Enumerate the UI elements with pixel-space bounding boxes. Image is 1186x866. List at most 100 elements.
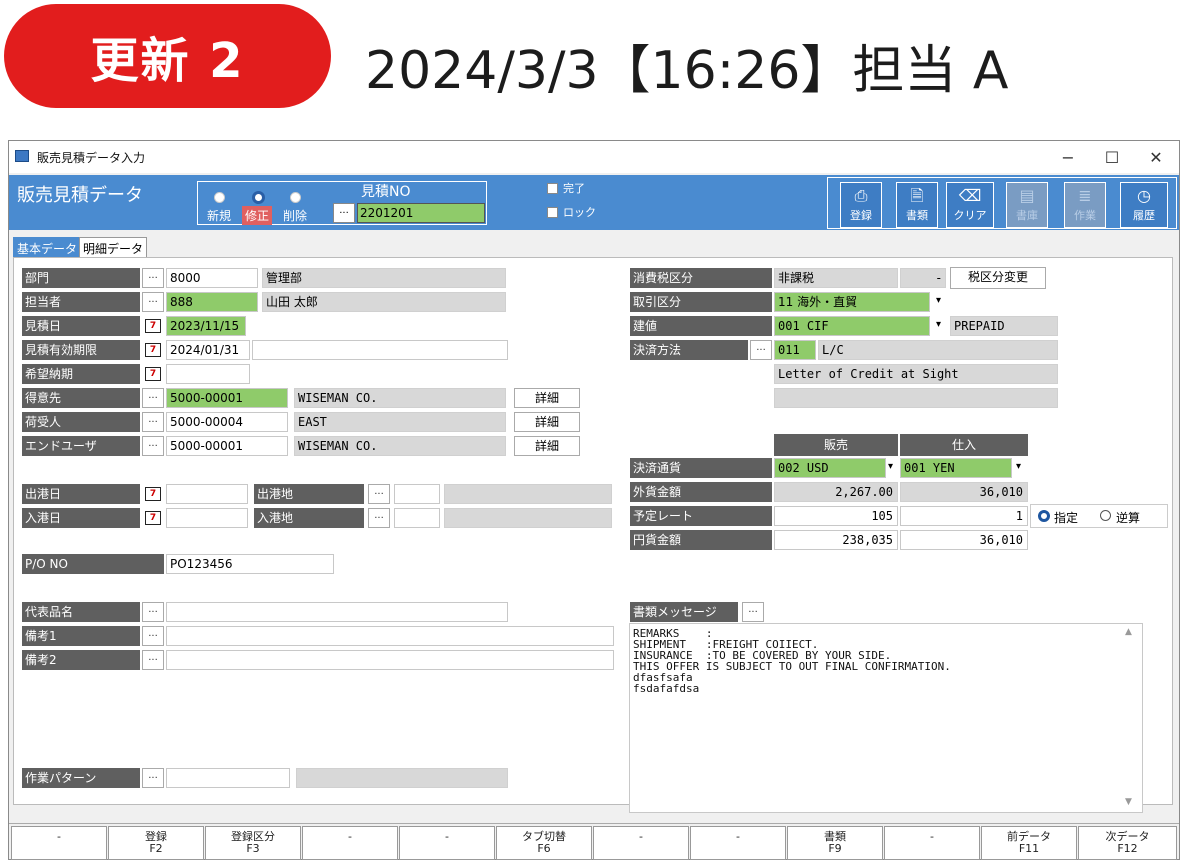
rep-item-lookup-button[interactable]: ... [142, 602, 164, 622]
ship-port-label: 出港地 [254, 484, 364, 504]
fkey-7[interactable]: - [593, 826, 689, 860]
dept-code-input[interactable]: 8000 [166, 268, 258, 288]
calendar-icon[interactable]: 7 [142, 340, 164, 360]
price-basis-select[interactable]: 001 CIF [774, 316, 930, 336]
chevron-down-icon[interactable]: ▾ [888, 461, 893, 472]
maximize-button[interactable]: ☐ [1089, 143, 1135, 171]
ship-port-lookup-button[interactable]: ... [368, 484, 390, 504]
archive-button[interactable]: ▤ 書庫 [1006, 182, 1048, 228]
estimate-no-input[interactable]: 2201201 [357, 203, 485, 223]
consignee-lookup-button[interactable]: ... [142, 412, 164, 432]
note2-input[interactable] [166, 650, 614, 670]
note2-lookup-button[interactable]: ... [142, 650, 164, 670]
fkey-next-data[interactable]: 次データ F12 [1078, 826, 1177, 860]
doc-message-lookup-button[interactable]: ... [742, 602, 764, 622]
consignee-name: EAST [294, 412, 506, 432]
valid-until-input[interactable]: 2024/01/31 [166, 340, 250, 360]
calendar-icon[interactable]: 7 [142, 508, 164, 528]
estimate-no-lookup-button[interactable]: ... [333, 203, 355, 223]
po-label: P/O NO [22, 554, 164, 574]
ship-port-code-input[interactable] [394, 484, 440, 504]
enduser-code-input[interactable]: 5000-00001 [166, 436, 288, 456]
staff-code-input[interactable]: 888 [166, 292, 258, 312]
sales-rate-input[interactable]: 105 [774, 506, 898, 526]
mode-delete-label[interactable]: 削除 [280, 206, 310, 225]
arrive-port-lookup-button[interactable]: ... [368, 508, 390, 528]
rate-reverse-radio[interactable] [1100, 510, 1111, 521]
arrive-port-code-input[interactable] [394, 508, 440, 528]
mode-new-label[interactable]: 新規 [204, 206, 234, 225]
chevron-down-icon[interactable]: ▾ [1016, 461, 1021, 472]
fkey-4[interactable]: - [302, 826, 398, 860]
note1-input[interactable] [166, 626, 614, 646]
customer-lookup-button[interactable]: ... [142, 388, 164, 408]
customer-detail-button[interactable]: 詳細 [514, 388, 580, 408]
fkey-5[interactable]: - [399, 826, 495, 860]
est-date-input[interactable]: 2023/11/15 [166, 316, 246, 336]
note1-lookup-button[interactable]: ... [142, 626, 164, 646]
work-pattern-lookup-button[interactable]: ... [142, 768, 164, 788]
payment-code-input[interactable]: 011 [774, 340, 816, 360]
mode-edit-label[interactable]: 修正 [242, 206, 273, 225]
chevron-down-icon[interactable]: ▾ [936, 295, 941, 306]
fkey-prev-data[interactable]: 前データ F11 [981, 826, 1077, 860]
ship-date-input[interactable] [166, 484, 248, 504]
sales-currency-select[interactable]: 002 USD [774, 458, 886, 478]
desired-date-label: 希望納期 [22, 364, 140, 384]
register-button[interactable]: ⎙ 登録 [840, 182, 882, 228]
valid-until-extra-input[interactable] [252, 340, 508, 360]
mode-delete-radio[interactable] [290, 192, 301, 203]
fkey-documents[interactable]: 書類 F9 [787, 826, 883, 860]
scroll-down-icon[interactable]: ▼ [1125, 797, 1132, 807]
scroll-up-icon[interactable]: ▲ [1125, 627, 1132, 637]
calendar-icon[interactable]: 7 [142, 316, 164, 336]
customer-code-input[interactable]: 5000-00001 [166, 388, 288, 408]
desired-date-input[interactable] [166, 364, 250, 384]
purchase-rate-input[interactable]: 1 [900, 506, 1028, 526]
dept-lookup-button[interactable]: ... [142, 268, 164, 288]
complete-checkbox[interactable] [547, 183, 558, 194]
lock-checkbox[interactable] [547, 207, 558, 218]
payment-lookup-button[interactable]: ... [750, 340, 772, 360]
tab-detail-data[interactable]: 明細データ [79, 237, 148, 257]
fkey-register-type[interactable]: 登録区分 F3 [205, 826, 301, 860]
toolbar: ⎙ 登録 🗎 書類 ⌫ クリア ▤ 書庫 ≣ 作業 ◷ 履歴 [827, 177, 1177, 229]
task-button[interactable]: ≣ 作業 [1064, 182, 1106, 228]
doc-message-textarea[interactable]: REMARKS : SHIPMENT :FREIGHT COIIECT. INS… [629, 623, 1143, 813]
rep-item-input[interactable] [166, 602, 508, 622]
mode-edit-radio[interactable] [252, 191, 265, 204]
consignee-code-input[interactable]: 5000-00004 [166, 412, 288, 432]
minimize-button[interactable]: − [1045, 143, 1091, 171]
eraser-icon: ⌫ [958, 186, 982, 205]
trade-select[interactable]: 11 海外・直貿 [774, 292, 930, 312]
rate-specified-radio[interactable] [1038, 510, 1050, 522]
fkey-10[interactable]: - [884, 826, 980, 860]
consignee-detail-button[interactable]: 詳細 [514, 412, 580, 432]
clear-button[interactable]: ⌫ クリア [946, 182, 994, 228]
change-tax-button[interactable]: 税区分変更 [950, 267, 1046, 289]
history-button[interactable]: ◷ 履歴 [1120, 182, 1168, 228]
fkey-1[interactable]: - [11, 826, 107, 860]
register-icon: ⎙ [854, 186, 868, 205]
staff-lookup-button[interactable]: ... [142, 292, 164, 312]
documents-button[interactable]: 🗎 書類 [896, 182, 938, 228]
fkey-8[interactable]: - [690, 826, 786, 860]
po-input[interactable]: PO123456 [166, 554, 334, 574]
fkey-tab-switch[interactable]: タブ切替 F6 [496, 826, 592, 860]
documents-label: 書類 [906, 209, 928, 222]
price-basis-extra: PREPAID [950, 316, 1058, 336]
calendar-icon[interactable]: 7 [142, 364, 164, 384]
tab-basic-data[interactable]: 基本データ [13, 237, 82, 257]
calendar-icon[interactable]: 7 [142, 484, 164, 504]
work-pattern-code-input[interactable] [166, 768, 290, 788]
chevron-down-icon[interactable]: ▾ [936, 319, 941, 330]
enduser-lookup-button[interactable]: ... [142, 436, 164, 456]
fkey-register[interactable]: 登録 F2 [108, 826, 204, 860]
arrive-date-input[interactable] [166, 508, 248, 528]
purchase-currency-select[interactable]: 001 YEN [900, 458, 1012, 478]
close-button[interactable]: ✕ [1133, 143, 1179, 171]
document-icon: 🗎 [910, 186, 924, 205]
mode-new-radio[interactable] [214, 192, 225, 203]
est-date-label: 見積日 [22, 316, 140, 336]
enduser-detail-button[interactable]: 詳細 [514, 436, 580, 456]
